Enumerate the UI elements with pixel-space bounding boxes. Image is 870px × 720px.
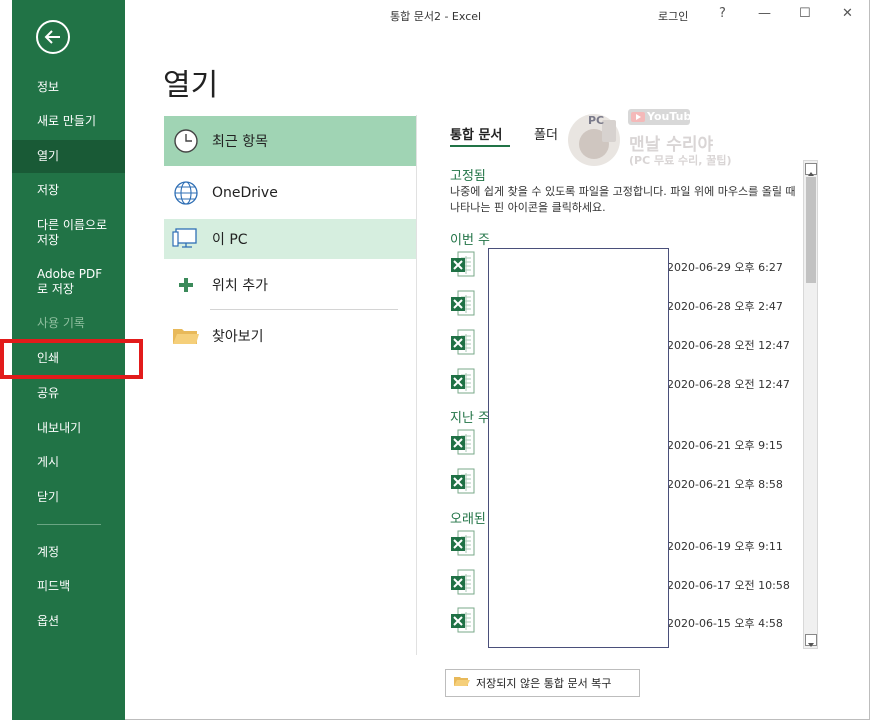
location-label: OneDrive — [212, 185, 278, 201]
triangle-down-icon — [808, 643, 814, 647]
excel-file-icon — [451, 468, 475, 494]
file-modified-date: 2020-06-28 오전 12:47 — [667, 378, 790, 391]
nav-history: 사용 기록 — [37, 316, 85, 330]
recover-unsaved-button[interactable]: 저장되지 않은 통합 문서 복구 — [445, 669, 640, 697]
nav-open[interactable]: 열기 — [12, 140, 125, 173]
arrow-left-icon — [44, 30, 60, 44]
youtube-play-icon — [631, 112, 645, 122]
file-modified-date: 2020-06-28 오후 2:47 — [667, 300, 783, 313]
excel-file-icon — [451, 368, 475, 394]
redaction-box — [488, 248, 669, 648]
pinned-description: 나중에 쉽게 찾을 수 있도록 파일을 고정합니다. 파일 위에 마우스를 올릴… — [450, 185, 796, 214]
minimize-button[interactable]: — — [758, 6, 771, 21]
nav-account[interactable]: 계정 — [12, 545, 125, 560]
excel-file-icon — [451, 251, 475, 277]
scroll-up-button[interactable] — [805, 163, 817, 176]
file-modified-date: 2020-06-19 오후 9:11 — [667, 540, 783, 553]
file-modified-date: 2020-06-15 오후 4:58 — [667, 617, 783, 630]
excel-file-icon — [451, 429, 475, 455]
excel-file-icon — [451, 569, 475, 595]
location-label: 이 PC — [212, 232, 248, 248]
file-list-scrollbar[interactable] — [803, 160, 818, 649]
watermark-badge: PC — [588, 114, 605, 127]
location-divider — [210, 309, 398, 310]
nav-feedback[interactable]: 피드백 — [12, 579, 125, 594]
computer-icon — [166, 226, 206, 252]
channel-watermark: PC YouTube 맨날 수리야 (PC 무료 수리, 꿀팁) — [566, 108, 746, 170]
close-button[interactable]: ✕ — [842, 6, 853, 21]
folder-icon — [454, 675, 470, 691]
excel-file-icon — [451, 290, 475, 316]
folder-icon — [166, 325, 206, 347]
plus-icon — [166, 276, 206, 294]
clock-icon — [166, 128, 206, 154]
window-title: 통합 문서2 - Excel — [390, 10, 482, 23]
nav-new[interactable]: 새로 만들기 — [12, 114, 125, 129]
location-onedrive[interactable]: OneDrive — [164, 172, 416, 214]
recover-label: 저장되지 않은 통합 문서 복구 — [476, 677, 612, 690]
location-recent[interactable]: 최근 항목 — [164, 116, 416, 166]
nav-save[interactable]: 저장 — [12, 183, 125, 198]
file-modified-date: 2020-06-21 오후 9:15 — [667, 439, 783, 452]
tab-folders[interactable]: 폴더 — [534, 124, 558, 143]
excel-file-icon — [451, 329, 475, 355]
location-label: 위치 추가 — [212, 278, 268, 294]
title-bar: 통합 문서2 - Excel 로그인 ? — ☐ ✕ — [125, 0, 870, 30]
section-older: 오래된 — [450, 512, 486, 527]
file-modified-date: 2020-06-21 오후 8:58 — [667, 478, 783, 491]
watermark-sub: (PC 무료 수리, 꿀팁) — [629, 154, 732, 167]
section-this-week: 이번 주 — [450, 233, 491, 248]
youtube-label: YouTube — [647, 110, 699, 123]
excel-file-icon — [451, 607, 475, 633]
file-modified-date: 2020-06-29 오후 6:27 — [667, 261, 783, 274]
location-add[interactable]: 위치 추가 — [164, 264, 416, 306]
scroll-down-button[interactable] — [805, 634, 817, 647]
tab-underline — [450, 145, 510, 147]
login-link[interactable]: 로그인 — [658, 8, 688, 24]
location-label: 최근 항목 — [212, 134, 268, 150]
youtube-badge: YouTube — [628, 109, 699, 125]
section-last-week: 지난 주 — [450, 411, 491, 426]
nav-publish[interactable]: 게시 — [12, 455, 125, 470]
nav-export[interactable]: 내보내기 — [12, 421, 125, 436]
scroll-thumb[interactable] — [806, 177, 816, 283]
nav-save-as-pdf[interactable]: Adobe PDF로 저장 — [12, 267, 112, 297]
location-label: 찾아보기 — [212, 329, 264, 345]
nav-save-as[interactable]: 다른 이름으로 저장 — [12, 218, 112, 248]
tab-workbooks[interactable]: 통합 문서 — [450, 124, 502, 143]
location-browse[interactable]: 찾아보기 — [164, 315, 416, 357]
nav-close[interactable]: 닫기 — [12, 490, 125, 505]
globe-icon — [166, 180, 206, 206]
file-modified-date: 2020-06-17 오전 10:58 — [667, 579, 790, 592]
location-this-pc[interactable]: 이 PC — [164, 219, 416, 259]
back-arrow-icon[interactable] — [36, 20, 70, 54]
excel-file-icon — [451, 530, 475, 556]
page-title: 열기 — [163, 68, 219, 103]
help-button[interactable]: ? — [719, 6, 726, 21]
file-modified-date: 2020-06-28 오전 12:47 — [667, 339, 790, 352]
nav-info[interactable]: 정보 — [12, 80, 125, 95]
section-pinned: 고정됨 — [450, 169, 486, 184]
pane-divider — [416, 115, 417, 655]
print-highlight-box — [0, 339, 143, 379]
maximize-button[interactable]: ☐ — [799, 6, 811, 21]
nav-options[interactable]: 옵션 — [12, 614, 125, 629]
nav-share[interactable]: 공유 — [12, 386, 125, 401]
nav-divider — [37, 524, 101, 525]
